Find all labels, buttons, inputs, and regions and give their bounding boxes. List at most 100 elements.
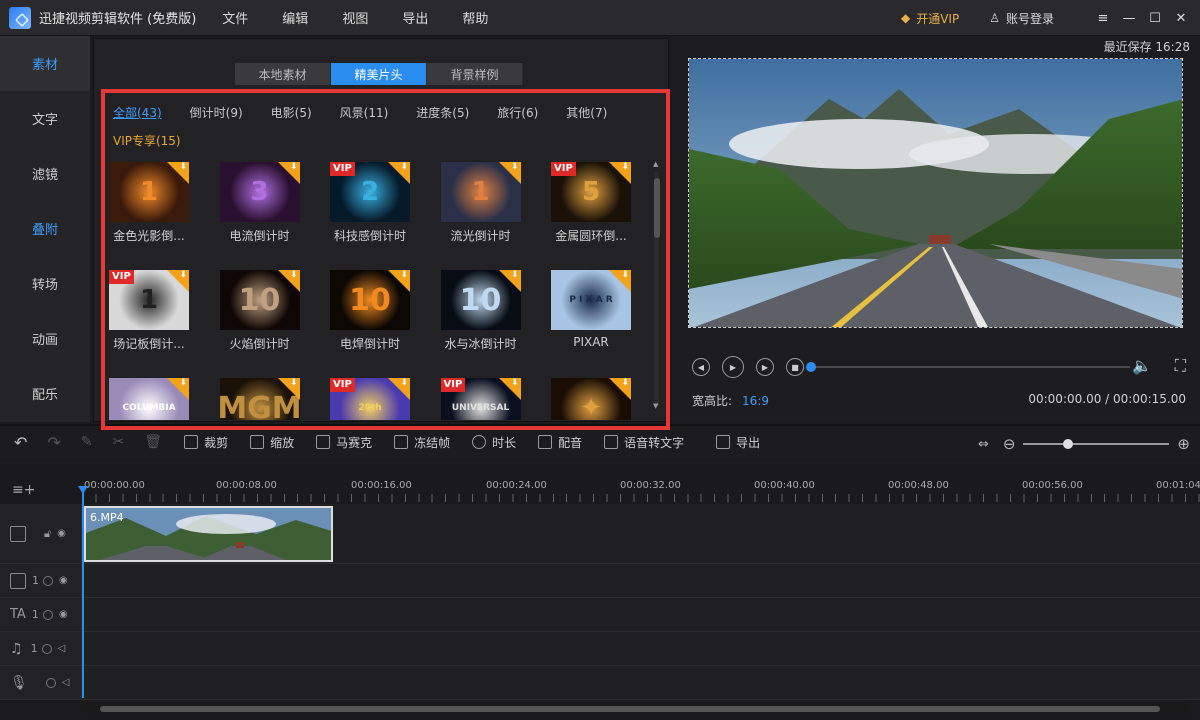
- next-frame-icon[interactable]: ▶: [756, 358, 774, 376]
- template-item[interactable]: 1 VIP ⬇ 场记板倒计...: [109, 270, 189, 352]
- filter-other[interactable]: 其他(7): [566, 104, 607, 121]
- zoom-out-icon[interactable]: ⊖: [1003, 435, 1016, 453]
- timeline-scrollbar[interactable]: [84, 702, 1190, 716]
- sidebar-item-filters[interactable]: 滤镜: [0, 146, 90, 201]
- lock-icon[interactable]: [43, 575, 53, 586]
- lock-icon[interactable]: [45, 677, 56, 688]
- template-thumbnail[interactable]: 10 ⬇: [219, 270, 300, 330]
- menu-icon[interactable]: ≡: [1090, 11, 1116, 26]
- sidebar-item-transitions[interactable]: 转场: [0, 256, 90, 311]
- minimize-icon[interactable]: —: [1116, 11, 1142, 26]
- filter-vip[interactable]: VIP专享(15): [113, 132, 181, 149]
- template-thumbnail[interactable]: 20th VIP ⬇: [330, 378, 410, 420]
- download-icon[interactable]: ⬇: [511, 163, 519, 172]
- split-icon[interactable]: ✂: [113, 434, 125, 450]
- menu-edit[interactable]: 编辑: [282, 8, 308, 27]
- aspect-ratio-value[interactable]: 16:9: [742, 394, 769, 408]
- volume-icon[interactable]: ◁: [58, 643, 66, 654]
- tab-background-samples[interactable]: 背景样例: [427, 63, 523, 85]
- filter-progress-bar[interactable]: 进度条(5): [416, 104, 469, 121]
- download-icon[interactable]: ⬇: [400, 379, 408, 388]
- eye-icon[interactable]: ◉: [59, 609, 68, 620]
- menu-help[interactable]: 帮助: [462, 8, 488, 27]
- zoom-slider-handle[interactable]: [1063, 439, 1074, 449]
- tab-intros[interactable]: 精美片头: [331, 63, 427, 85]
- template-thumbnail[interactable]: COLUMBIA ⬇: [109, 378, 189, 420]
- fullscreen-icon[interactable]: ⛶: [1175, 356, 1186, 376]
- template-thumbnail[interactable]: 5 VIP ⬇: [551, 162, 631, 222]
- fit-icon[interactable]: ⇔: [978, 437, 989, 452]
- template-item[interactable]: ✦ ⬇: [551, 378, 631, 420]
- progress-handle[interactable]: [806, 362, 816, 372]
- download-icon[interactable]: ⬇: [290, 379, 298, 388]
- template-item[interactable]: P I X A R ⬇ PIXAR: [551, 270, 631, 349]
- music-track[interactable]: ♫ 1 ◁: [0, 632, 1200, 666]
- template-item[interactable]: UNIVERSAL VIP ⬇: [440, 378, 521, 420]
- download-icon[interactable]: ⬇: [621, 379, 629, 388]
- template-item[interactable]: 10 ⬇ 水与冰倒计时: [440, 270, 521, 352]
- library-scrollbar[interactable]: ▲ ▼: [652, 160, 661, 416]
- download-icon[interactable]: ⬇: [179, 379, 187, 388]
- template-thumbnail[interactable]: ✦ ⬇: [551, 378, 631, 420]
- template-thumbnail[interactable]: 1 ⬇: [109, 162, 189, 222]
- voiceover-button[interactable]: 配音: [538, 434, 582, 451]
- lock-icon[interactable]: [41, 643, 52, 654]
- tab-local-media[interactable]: 本地素材: [235, 63, 331, 85]
- video-preview[interactable]: [688, 58, 1183, 328]
- close-icon[interactable]: ✕: [1168, 11, 1194, 26]
- undo-icon[interactable]: ↶: [14, 433, 27, 452]
- template-item[interactable]: 1 ⬇ 金色光影倒...: [109, 162, 189, 244]
- video-track-main[interactable]: 🔓︎ ◉ 6.MP4: [0, 504, 1200, 564]
- maximize-icon[interactable]: ☐: [1142, 11, 1168, 26]
- download-icon[interactable]: ⬇: [511, 271, 519, 280]
- template-thumbnail[interactable]: P I X A R ⬇: [551, 270, 631, 330]
- filter-scenery[interactable]: 风景(11): [340, 104, 389, 121]
- speech-to-text-button[interactable]: 语音转文字: [604, 434, 684, 451]
- voice-track[interactable]: 🎙︎ ◁: [0, 666, 1200, 700]
- freeze-frame-button[interactable]: 冻结帧: [394, 434, 450, 451]
- play-icon[interactable]: ▶: [722, 356, 744, 378]
- crop-button[interactable]: 裁剪: [184, 434, 228, 451]
- filter-all[interactable]: 全部(43): [113, 104, 162, 121]
- playback-progress[interactable]: [806, 362, 1130, 372]
- account-button[interactable]: ♙ 账号登录: [989, 10, 1054, 27]
- template-thumbnail[interactable]: 2 VIP ⬇: [330, 162, 410, 222]
- template-thumbnail[interactable]: 1 ⬇: [440, 162, 521, 222]
- add-track-icon[interactable]: ≡+: [12, 482, 35, 498]
- timeline-scroll-thumb[interactable]: [100, 706, 1160, 712]
- template-item[interactable]: 10 ⬇ 火焰倒计时: [219, 270, 300, 352]
- filter-travel[interactable]: 旅行(6): [497, 104, 538, 121]
- lock-icon[interactable]: [42, 609, 53, 620]
- video-clip[interactable]: 6.MP4: [84, 506, 333, 562]
- filter-countdown[interactable]: 倒计时(9): [190, 104, 243, 121]
- template-item[interactable]: 1 ⬇ 流光倒计时: [440, 162, 521, 244]
- template-thumbnail[interactable]: 1 VIP ⬇: [109, 270, 189, 330]
- download-icon[interactable]: ⬇: [511, 379, 519, 388]
- zoom-in-icon[interactable]: ⊕: [1177, 435, 1190, 453]
- lock-icon[interactable]: 🔓︎: [44, 527, 51, 541]
- menu-file[interactable]: 文件: [222, 8, 248, 27]
- template-item[interactable]: COLUMBIA ⬇: [109, 378, 189, 420]
- download-icon[interactable]: ⬇: [290, 163, 298, 172]
- duration-button[interactable]: 时长: [472, 434, 516, 451]
- mosaic-button[interactable]: 马赛克: [316, 434, 372, 451]
- menu-view[interactable]: 视图: [342, 8, 368, 27]
- sidebar-item-overlay[interactable]: 叠附: [0, 201, 90, 256]
- eye-icon[interactable]: ◉: [57, 528, 66, 539]
- template-thumbnail[interactable]: 3 ⬇: [219, 162, 300, 222]
- export-button[interactable]: 导出: [716, 434, 760, 451]
- template-item[interactable]: 10 ⬇ 电焊倒计时: [330, 270, 410, 352]
- download-icon[interactable]: ⬇: [621, 163, 629, 172]
- video-track[interactable]: 1 ◉: [0, 564, 1200, 598]
- sidebar-item-music[interactable]: 配乐: [0, 366, 90, 421]
- playhead[interactable]: [78, 486, 88, 698]
- template-thumbnail[interactable]: 10 ⬇: [440, 270, 521, 330]
- download-icon[interactable]: ⬇: [400, 271, 408, 280]
- delete-icon[interactable]: 🗑: [144, 434, 162, 450]
- template-item[interactable]: 3 ⬇ 电流倒计时: [219, 162, 300, 244]
- template-item[interactable]: 2 VIP ⬇ 科技感倒计时: [330, 162, 410, 244]
- eye-icon[interactable]: ◉: [59, 575, 68, 586]
- download-icon[interactable]: ⬇: [290, 271, 298, 280]
- redo-icon[interactable]: ↷: [47, 433, 60, 452]
- vip-button[interactable]: ◆ 开通VIP: [901, 10, 959, 27]
